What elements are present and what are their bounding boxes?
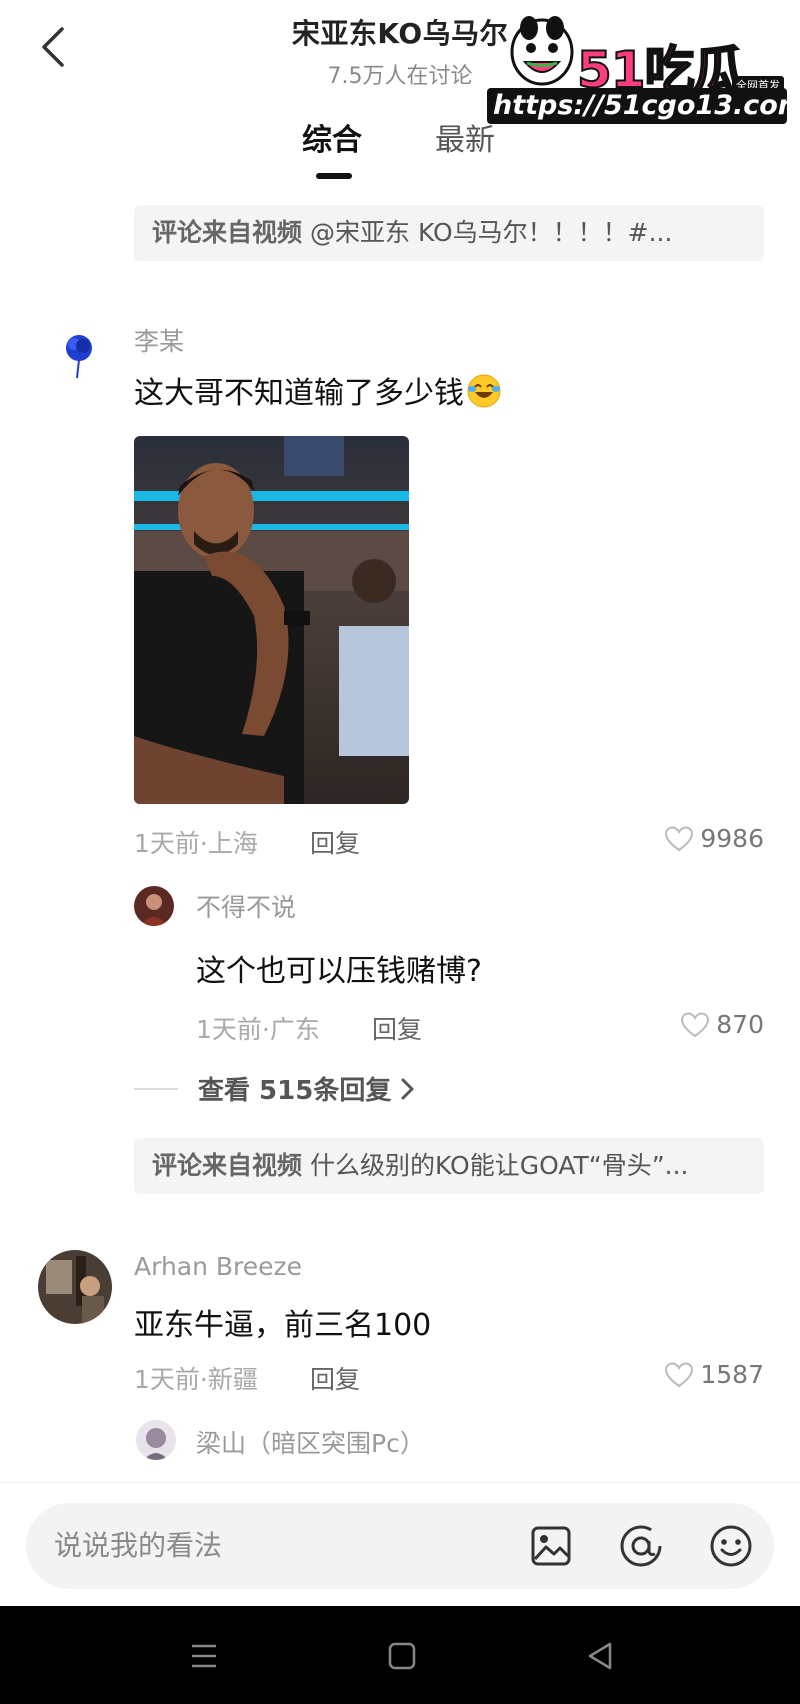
like-count: 870 (716, 1010, 764, 1039)
source-label: 评论来自视频 (152, 1151, 303, 1180)
view-replies-link[interactable]: 查看 515条回复 (134, 1070, 417, 1107)
emoji-icon[interactable] (708, 1523, 754, 1569)
comment-username[interactable]: Arhan Breeze (134, 1252, 302, 1281)
avatar-image (136, 1420, 176, 1460)
heart-icon (681, 1011, 710, 1037)
avatar-image (38, 1250, 112, 1324)
back-triangle-icon[interactable] (580, 1636, 620, 1676)
heart-icon (665, 1361, 694, 1387)
reply-button[interactable]: 回复 (310, 824, 360, 860)
comment-meta: 1天前·上海 (134, 829, 258, 858)
mascot-icon (510, 16, 574, 86)
view-replies-text: 查看 515条回复 (198, 1076, 392, 1106)
avatar[interactable] (134, 886, 174, 926)
comment-text: 亚东牛逼，前三名100 (134, 1308, 432, 1343)
comment-text: 这大哥不知道输了多少钱 (134, 368, 502, 412)
source-text: 什么级别的KO能让GOAT“骨头”... (310, 1151, 689, 1180)
video-source-banner[interactable]: 评论来自视频 @宋亚东 KO乌马尔！！！！#... (134, 205, 764, 261)
input-placeholder: 说说我的看法 (54, 1529, 223, 1562)
like-button[interactable]: 870 (680, 1010, 764, 1039)
like-count: 9986 (700, 824, 764, 853)
avatar[interactable] (52, 326, 106, 380)
tab-indicator (316, 173, 352, 179)
image-icon[interactable] (528, 1523, 574, 1569)
like-button[interactable]: 9986 (664, 824, 764, 853)
chevron-right-icon (401, 1078, 414, 1099)
comment-meta: 1天前·新疆 (134, 1365, 258, 1394)
avatar-rose-image (52, 326, 106, 380)
comment-text-content: 这大哥不知道输了多少钱 (134, 376, 464, 411)
tab-comprehensive[interactable]: 综合 (302, 115, 362, 159)
avatar-image (134, 886, 174, 926)
tab-latest[interactable]: 最新 (435, 115, 495, 159)
at-icon[interactable] (618, 1523, 664, 1569)
reply-username[interactable]: 梁山（暗区突围Pc） (196, 1424, 425, 1460)
watermark-logo: 51吃瓜 全网首发 https://51cgo13.com (485, 8, 800, 128)
video-source-banner[interactable]: 评论来自视频 什么级别的KO能让GOAT“骨头”... (134, 1138, 764, 1194)
heart-icon (665, 825, 694, 851)
reply-text: 这个也可以压钱赌博? (196, 954, 482, 989)
like-count: 1587 (700, 1360, 764, 1389)
avatar[interactable] (38, 1250, 112, 1324)
reply-button[interactable]: 回复 (372, 1010, 422, 1046)
reply-meta: 1天前·广东 (196, 1015, 320, 1044)
source-label: 评论来自视频 (152, 218, 303, 247)
like-button[interactable]: 1587 (664, 1360, 764, 1389)
home-icon[interactable] (382, 1636, 422, 1676)
divider (134, 1087, 178, 1090)
comment-photo[interactable] (134, 436, 409, 804)
reply-button[interactable]: 回复 (310, 1360, 360, 1396)
comment-input-area: 说说我的看法 (0, 1482, 800, 1606)
system-navigation-bar (0, 1606, 800, 1704)
laughing-crying-emoji-icon (467, 374, 501, 408)
menu-icon[interactable] (184, 1636, 224, 1676)
photo-image (134, 436, 409, 804)
avatar[interactable] (136, 1420, 176, 1460)
comment-input[interactable]: 说说我的看法 (26, 1503, 774, 1589)
reply-username[interactable]: 不得不说 (196, 888, 296, 924)
source-text: @宋亚东 KO乌马尔！！！！#... (310, 218, 673, 247)
comment-username[interactable]: 李某 (134, 322, 184, 358)
tab-bar: 综合 最新 (0, 115, 800, 185)
